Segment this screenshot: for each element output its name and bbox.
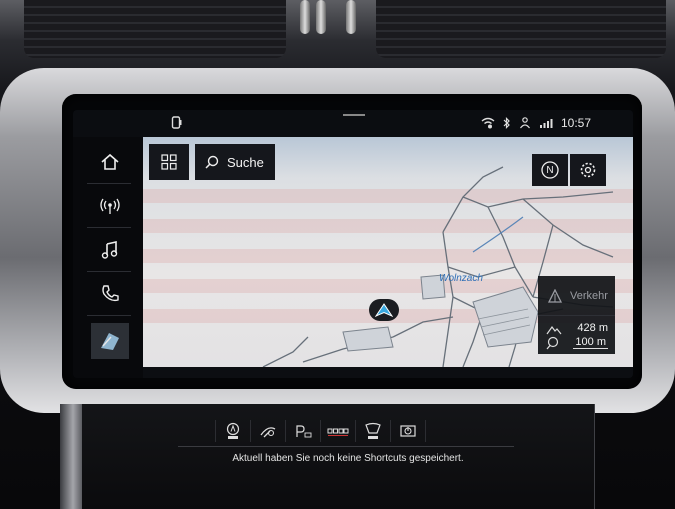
grid-icon xyxy=(161,154,177,170)
phone-status-icon[interactable] xyxy=(171,116,183,130)
sidebar-item-radio[interactable] xyxy=(95,191,125,221)
vehicle-position-marker xyxy=(369,299,399,321)
start-stop-button[interactable] xyxy=(390,420,426,442)
divider xyxy=(87,315,131,316)
apps-menu-button[interactable] xyxy=(149,144,189,180)
bluetooth-icon xyxy=(503,117,511,129)
wifi-hotspot-icon xyxy=(481,117,495,129)
search-icon xyxy=(205,155,219,169)
person-icon xyxy=(519,117,531,129)
parking-sensor-icon xyxy=(327,428,349,436)
status-bar: 10:57 xyxy=(73,110,633,137)
divider xyxy=(87,227,131,228)
map-settings-button[interactable] xyxy=(570,154,606,186)
vent-knob xyxy=(346,0,356,34)
sidebar-item-home[interactable] xyxy=(95,147,125,177)
start-stop-icon xyxy=(400,425,416,437)
lane-assist-off-button[interactable] xyxy=(355,420,390,442)
vent-knob xyxy=(316,0,326,34)
auto-hold-off-button[interactable] xyxy=(215,420,250,442)
shortcut-divider xyxy=(178,446,514,447)
park-assist-button[interactable] xyxy=(285,420,320,442)
clock: 10:57 xyxy=(560,116,591,130)
radio-antenna-icon xyxy=(100,198,120,214)
parking-sensor-button[interactable] xyxy=(320,420,355,442)
park-assist-icon xyxy=(296,425,312,438)
music-note-icon xyxy=(101,241,118,259)
map-icon xyxy=(101,333,119,350)
vent-knob xyxy=(300,0,310,34)
shortcut-empty-message: Aktuell haben Sie noch keine Shortcuts g… xyxy=(232,453,464,464)
gear-icon xyxy=(580,162,596,178)
divider xyxy=(87,183,131,184)
traffic-icon xyxy=(548,288,562,303)
infotainment-screen: 10:57 Wolnzach Suche N Verkehr 428 m 100… xyxy=(73,110,633,378)
compass-label: N xyxy=(546,164,554,176)
map-town-label: Wolnzach xyxy=(439,273,483,284)
search-label: Suche xyxy=(227,154,264,170)
sidebar-item-navigation[interactable] xyxy=(91,323,129,359)
home-icon xyxy=(101,153,119,170)
traffic-label: Verkehr xyxy=(570,289,608,302)
air-vent-right xyxy=(376,0,666,58)
map-bottom-bar xyxy=(143,367,633,378)
sidebar-item-phone[interactable] xyxy=(95,279,125,309)
air-vent-left xyxy=(24,0,286,58)
drive-select-button[interactable] xyxy=(250,420,285,442)
divider xyxy=(87,271,131,272)
auto-hold-off-icon xyxy=(226,422,240,439)
vehicle-arrow-icon xyxy=(375,303,393,317)
search-button[interactable]: Suche xyxy=(195,144,275,180)
network-icon xyxy=(539,117,553,129)
traffic-button[interactable]: Verkehr xyxy=(538,276,615,316)
zoom-icon[interactable] xyxy=(546,336,560,355)
altitude-value: 428 m xyxy=(577,322,608,334)
map-scale-value: 100 m xyxy=(573,336,608,349)
sidebar-item-media[interactable] xyxy=(95,235,125,265)
compass-button[interactable]: N xyxy=(532,154,568,186)
sidebar xyxy=(73,137,143,378)
phone-icon xyxy=(102,285,119,302)
status-icons: 10:57 xyxy=(481,116,591,130)
lane-assist-off-icon xyxy=(365,422,381,439)
notification-handle[interactable] xyxy=(343,114,365,116)
map-info-panel: Verkehr 428 m 100 m xyxy=(538,276,615,354)
car-dashboard: 10:57 Wolnzach Suche N Verkehr 428 m 100… xyxy=(0,0,675,509)
drive-select-icon xyxy=(260,427,276,438)
shortcut-bar xyxy=(215,420,426,442)
